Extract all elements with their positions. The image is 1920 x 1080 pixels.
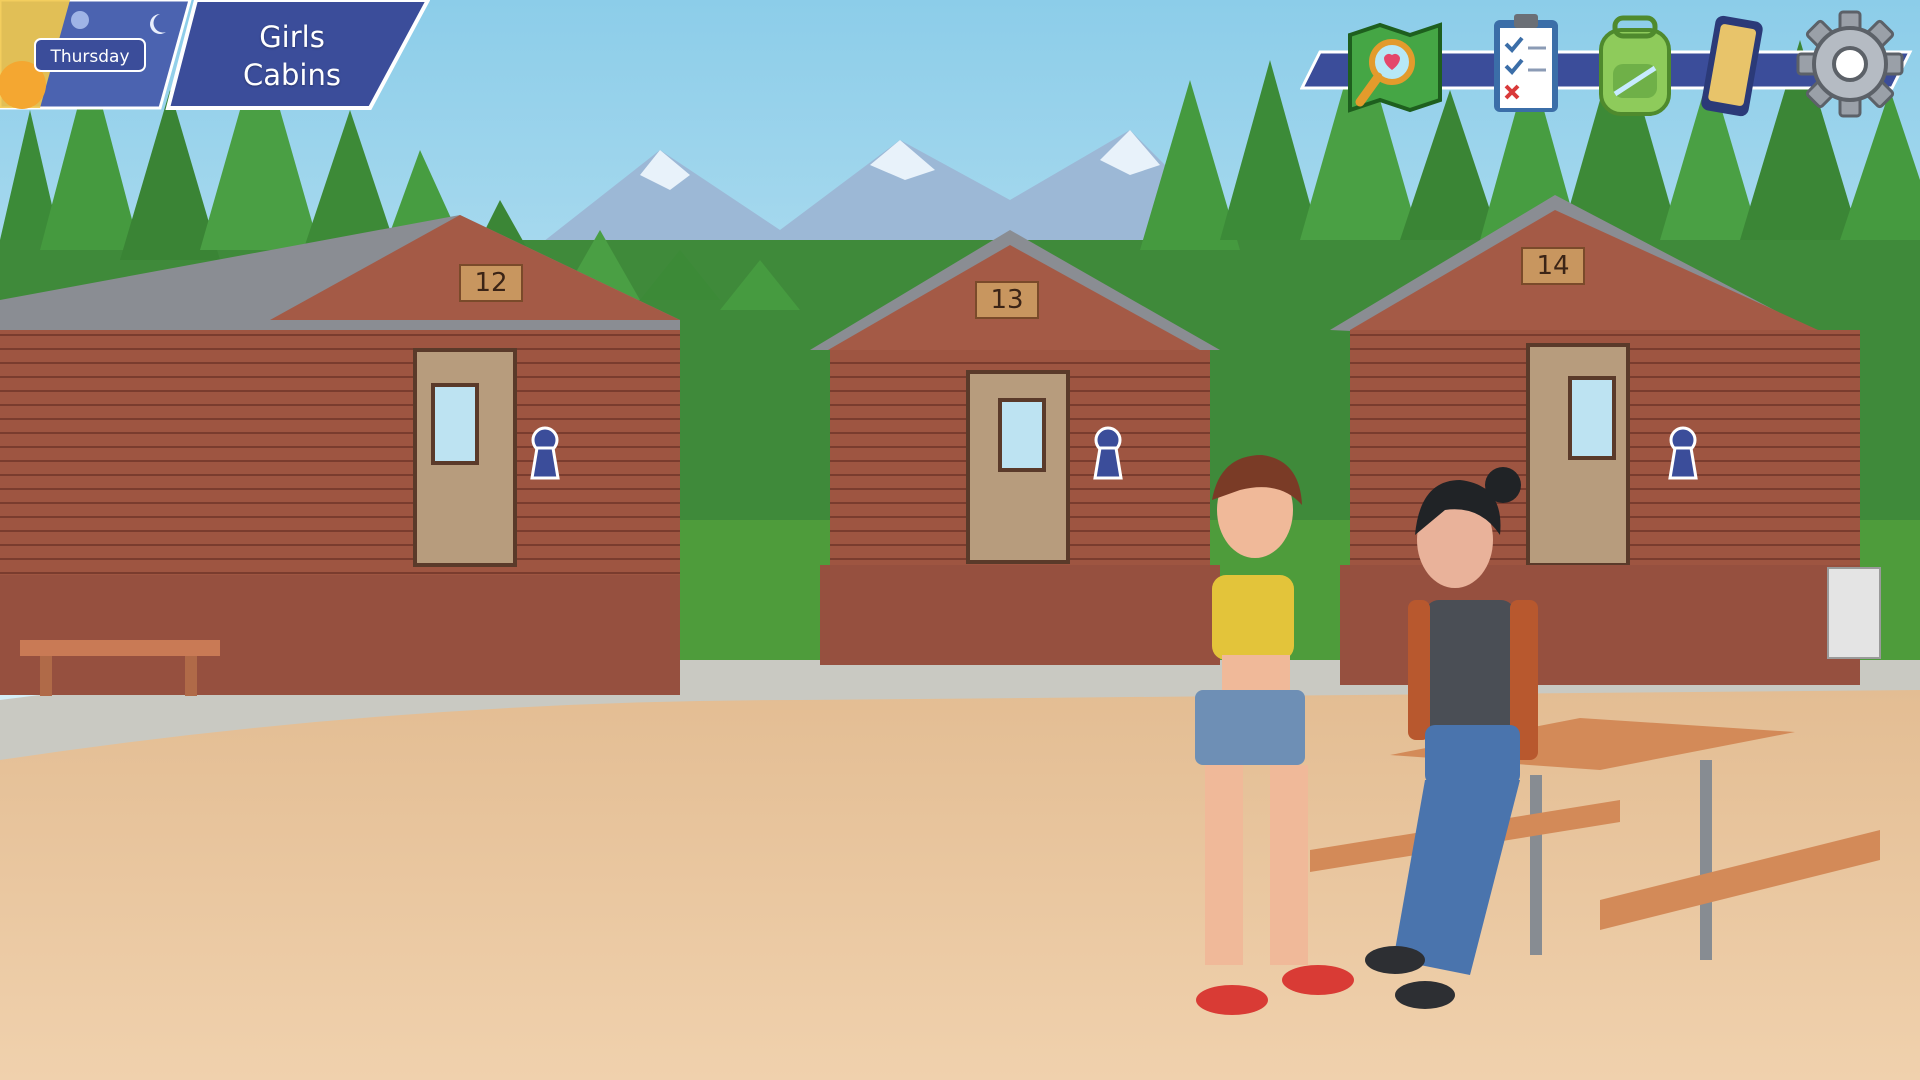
cabin-13-number: 13 — [990, 285, 1024, 315]
location-title: Girls Cabins — [182, 8, 402, 104]
backpack-icon[interactable] — [1585, 12, 1685, 120]
location-line-1: Girls — [259, 20, 325, 54]
keyhole-icon-12[interactable] — [530, 426, 560, 480]
game-scene — [0, 0, 1920, 1080]
keyhole-icon-14[interactable] — [1668, 426, 1698, 480]
day-label: Thursday — [34, 38, 146, 72]
cabin-12[interactable] — [0, 215, 680, 696]
cabin-14-number: 14 — [1536, 251, 1570, 281]
keyhole-icon-13[interactable] — [1093, 426, 1123, 480]
cabin-12-number: 12 — [474, 268, 508, 298]
checklist-icon[interactable] — [1480, 10, 1570, 120]
top-toolbar — [1300, 0, 1920, 125]
time-location-hud: Thursday Girls Cabins — [0, 0, 430, 112]
phone-icon[interactable] — [1698, 12, 1768, 120]
gear-icon[interactable] — [1790, 8, 1910, 120]
map-icon[interactable] — [1340, 10, 1450, 120]
location-line-2: Cabins — [243, 58, 341, 92]
